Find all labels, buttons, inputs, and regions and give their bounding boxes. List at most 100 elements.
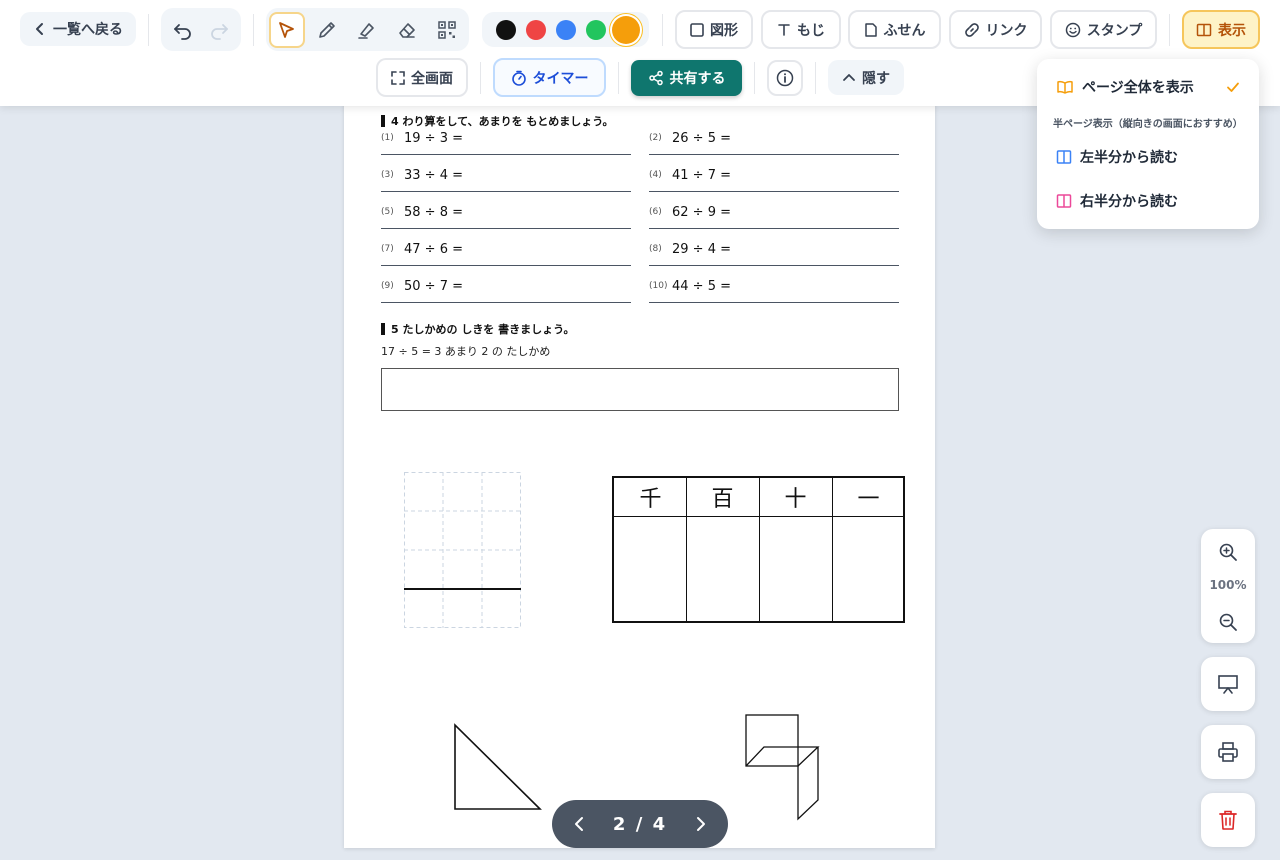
sticky-note-button[interactable]: ふせん <box>848 10 941 49</box>
problem-item[interactable]: (4) 41 ÷ 7 = <box>649 168 899 192</box>
eraser-icon <box>399 23 415 38</box>
text-button[interactable]: もじ <box>761 10 841 49</box>
divider <box>253 14 254 46</box>
undo-redo-group <box>161 8 241 51</box>
problem-expression: 50 ÷ 7 = <box>404 279 463 294</box>
share-button[interactable]: 共有する <box>631 60 742 96</box>
next-page-icon[interactable] <box>692 816 708 832</box>
display-label: 表示 <box>1218 22 1246 39</box>
divider <box>1169 14 1170 46</box>
delete-button[interactable] <box>1201 793 1255 847</box>
problem-item[interactable]: (10) 44 ÷ 5 = <box>649 279 899 303</box>
place-value-header-ones: 一 <box>857 487 880 512</box>
color-palette <box>482 12 649 47</box>
problem-item[interactable]: (2) 26 ÷ 5 = <box>649 131 899 155</box>
problem-expression: 33 ÷ 4 = <box>404 168 463 183</box>
place-value-table: 千 百 十 一 <box>612 476 905 623</box>
long-division-grid <box>404 472 521 628</box>
presentation-button-inner[interactable] <box>1201 657 1255 711</box>
current-page: 2 <box>612 813 628 835</box>
problem-expression: 19 ÷ 3 = <box>404 131 463 146</box>
section-5-note: 17 ÷ 5 = 3 あまり 2 の たしかめ <box>381 345 551 358</box>
stamp-button[interactable]: スタンプ <box>1050 10 1157 49</box>
back-to-list-button[interactable]: 一覧へ戻る <box>20 12 136 46</box>
undo-button[interactable] <box>165 12 201 48</box>
fullscreen-icon <box>391 70 405 85</box>
section-5-title: 5 たしかめの しきを 書きましょう。 <box>381 321 574 337</box>
timer-button[interactable]: タイマー <box>493 58 606 97</box>
fullscreen-button[interactable]: 全画面 <box>376 58 468 97</box>
problem-number: (7) <box>381 244 394 254</box>
highlighter-tool-button[interactable] <box>349 12 385 48</box>
color-swatch-black[interactable] <box>496 20 516 40</box>
problem-item[interactable]: (3) 33 ÷ 4 = <box>381 168 631 192</box>
link-button[interactable]: リンク <box>949 10 1042 49</box>
problem-item[interactable]: (8) 29 ÷ 4 = <box>649 242 899 266</box>
problem-expression: 62 ÷ 9 = <box>672 205 731 220</box>
square-icon <box>690 22 704 37</box>
text-t-icon <box>778 23 790 36</box>
problem-expression: 47 ÷ 6 = <box>404 242 463 257</box>
book-open-icon <box>1196 23 1212 36</box>
zoom-out-icon <box>1219 613 1237 631</box>
zoom-in-button[interactable] <box>1201 535 1255 569</box>
problem-expression: 26 ÷ 5 = <box>672 131 731 146</box>
total-pages: 4 <box>652 813 668 835</box>
shape-button[interactable]: 図形 <box>675 10 753 49</box>
color-swatch-blue[interactable] <box>556 20 576 40</box>
eraser-tool-button[interactable] <box>389 12 425 48</box>
dropdown-item-full-page[interactable]: ページ全体を表示 <box>1037 69 1259 105</box>
link-label: リンク <box>985 22 1028 39</box>
zoom-in-icon <box>1219 543 1237 561</box>
qr-code-icon <box>438 21 456 39</box>
display-button[interactable]: 表示 <box>1182 10 1260 49</box>
link-icon <box>964 22 979 37</box>
select-icon <box>279 22 294 38</box>
print-button[interactable] <box>1201 725 1255 779</box>
fullscreen-label: 全画面 <box>411 70 453 87</box>
delete-button-inner[interactable] <box>1201 793 1255 847</box>
color-swatch-orange[interactable] <box>612 16 640 44</box>
zoom-panel: 100% <box>1201 529 1255 643</box>
problem-item[interactable]: (6) 62 ÷ 9 = <box>649 205 899 229</box>
divider <box>815 62 816 94</box>
divider <box>662 14 663 46</box>
presentation-button[interactable] <box>1201 657 1255 711</box>
full-page-label: ページ全体を表示 <box>1082 80 1194 96</box>
zoom-out-button[interactable] <box>1201 605 1255 639</box>
hide-toolbar-button[interactable]: 隠す <box>828 60 904 95</box>
problem-item[interactable]: (9) 50 ÷ 7 = <box>381 279 631 303</box>
pencil-tool-button[interactable] <box>309 12 345 48</box>
worksheet-page[interactable]: 4 わり算をして、あまりを もとめましょう。 (1) 19 ÷ 3 = (2) 26 … <box>344 96 935 848</box>
print-button-inner[interactable] <box>1201 725 1255 779</box>
divider <box>618 62 619 94</box>
pencil-icon <box>319 22 335 38</box>
problem-item[interactable]: (1) 19 ÷ 3 = <box>381 131 631 155</box>
trash-icon <box>1219 810 1237 830</box>
color-swatch-green[interactable] <box>586 20 606 40</box>
problem-expression: 29 ÷ 4 = <box>672 242 731 257</box>
color-swatch-red[interactable] <box>526 20 546 40</box>
sticky-note-label: ふせん <box>883 22 926 39</box>
highlighter-icon <box>358 23 374 39</box>
problem-expression: 41 ÷ 7 = <box>672 168 731 183</box>
select-tool-button[interactable] <box>269 12 305 48</box>
dropdown-item-left-half[interactable]: 左半分から読む <box>1037 139 1259 175</box>
dropdown-item-right-half[interactable]: 右半分から読む <box>1037 183 1259 219</box>
problem-item[interactable]: (5) 58 ÷ 8 = <box>381 205 631 229</box>
stamp-label: スタンプ <box>1086 22 1143 39</box>
triangle-figure <box>454 723 542 810</box>
share-label: 共有する <box>669 71 726 87</box>
redo-button[interactable] <box>201 12 237 48</box>
printer-icon <box>1218 742 1238 762</box>
timer-label: タイマー <box>532 70 589 87</box>
divider <box>148 14 149 46</box>
info-button[interactable] <box>767 60 803 96</box>
prev-page-icon[interactable] <box>572 816 588 832</box>
problem-number: (6) <box>649 207 662 217</box>
answer-box[interactable] <box>381 368 899 411</box>
redo-icon <box>211 24 228 40</box>
half-page-subheading: 半ページ表示（縦向きの画面におすすめ） <box>1053 119 1243 130</box>
problem-item[interactable]: (7) 47 ÷ 6 = <box>381 242 631 266</box>
qr-code-tool-button[interactable] <box>429 12 465 48</box>
